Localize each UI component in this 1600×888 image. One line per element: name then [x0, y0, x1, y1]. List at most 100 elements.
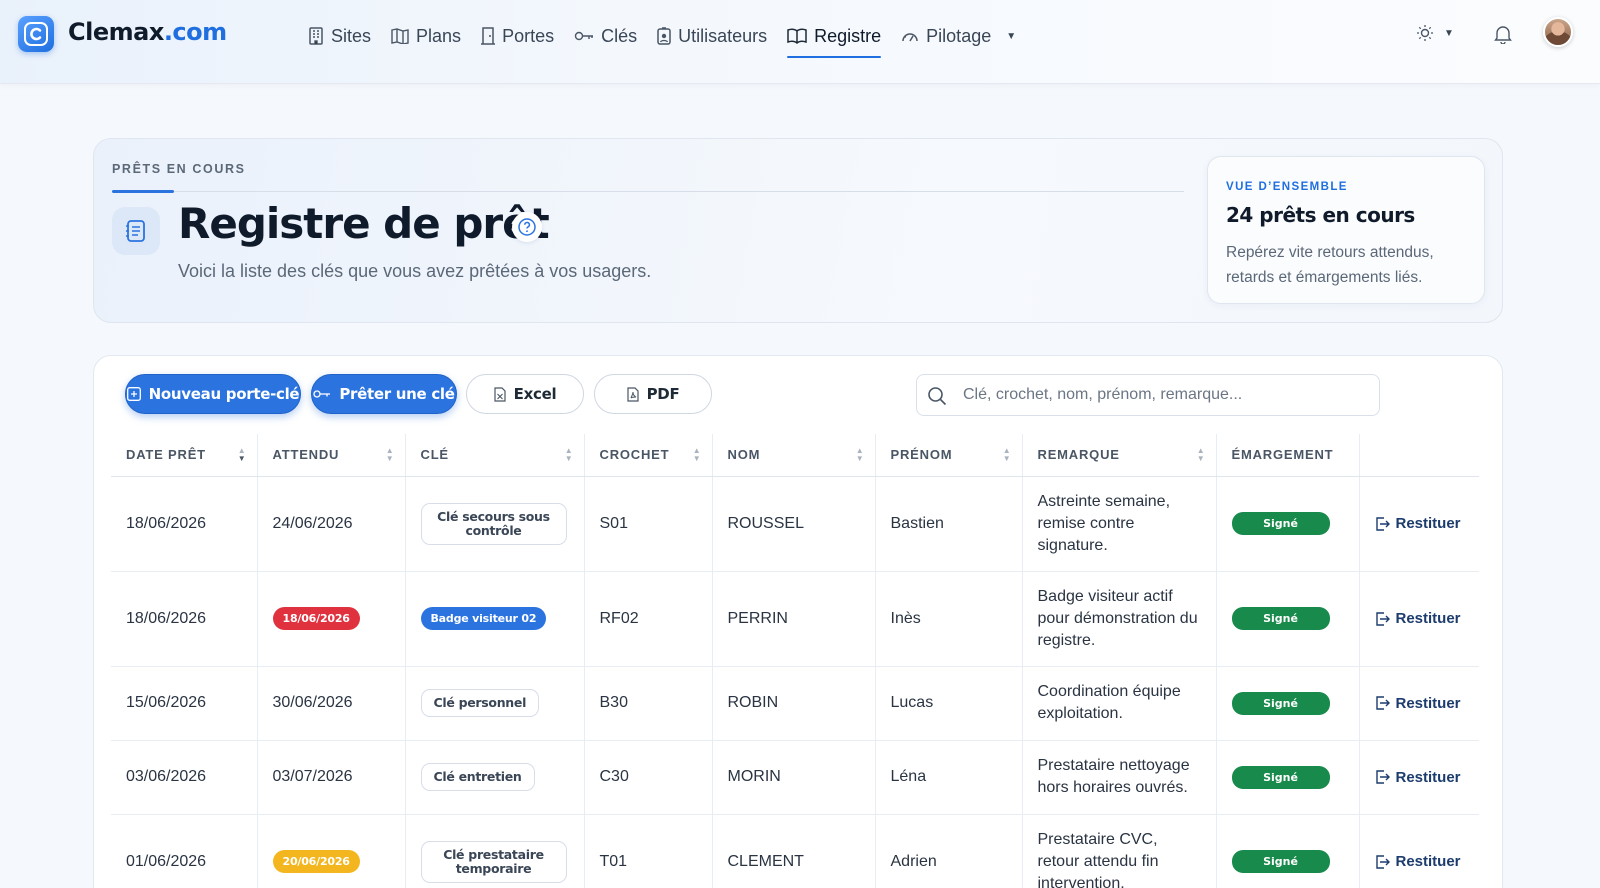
key-tag[interactable]: Clé secours sous contrôle — [420, 502, 567, 545]
nav-item-sites[interactable]: Sites — [298, 22, 381, 50]
loans-table-card: Nouveau porte-clé Prêter une clé Excel P… — [93, 355, 1503, 888]
cell-firstname: Bastien — [875, 476, 1023, 572]
late-date-badge: 18/06/2026 — [272, 607, 360, 630]
column-header-remark[interactable]: REMARQUE ▲ ▼ — [1022, 434, 1217, 477]
column-header-expected[interactable]: ATTENDU ▲ ▼ — [257, 434, 406, 477]
cell-hook: B30 — [584, 666, 713, 741]
sort-icon[interactable]: ▲ ▼ — [1003, 447, 1012, 463]
sort-icon[interactable]: ▲ ▼ — [238, 447, 247, 463]
nav-label: Pilotage — [926, 25, 992, 46]
nav-label: Registre — [814, 25, 882, 46]
restore-label: Restituer — [1395, 768, 1461, 786]
nav-item-utilisateurs[interactable]: Utilisateurs — [647, 22, 777, 50]
cell-key: Clé entretien — [405, 740, 585, 815]
logo-icon[interactable] — [18, 16, 54, 52]
search-input[interactable] — [963, 383, 1363, 407]
table-row[interactable]: 03/06/2026 03/07/2026 Clé entretien C30 … — [111, 740, 1479, 815]
export-excel-button[interactable]: Excel — [466, 374, 584, 414]
door-icon — [481, 27, 496, 45]
column-header-key[interactable]: CLÉ ▲ ▼ — [405, 434, 585, 477]
export-pdf-button[interactable]: PDF — [594, 374, 712, 414]
nav-item-portes[interactable]: Portes — [471, 22, 564, 50]
overview-card: VUE D’ENSEMBLE 24 prêts en cours Repérez… — [1207, 156, 1485, 304]
header-label: CLÉ — [420, 447, 449, 463]
new-keyring-button[interactable]: Nouveau porte-clé — [125, 374, 301, 414]
loans-table: DATE PRÊT ▲ ▼ ATTENDU ▲ ▼ CLÉ ▲ ▼ CROCHET ▲ ▼ NO… — [111, 434, 1479, 888]
cell-key: Clé secours sous contrôle — [405, 476, 585, 572]
table-row[interactable]: 18/06/2026 18/06/2026 Badge visiteur 02 … — [111, 571, 1479, 667]
table-row[interactable]: 01/06/2026 20/06/2026 Clé prestataire te… — [111, 814, 1479, 888]
cell-firstname: Adrien — [875, 814, 1023, 888]
return-icon — [1375, 696, 1390, 710]
cell-expected: 03/07/2026 — [257, 740, 406, 815]
nav-label: Sites — [331, 25, 372, 46]
nav-label: Portes — [502, 25, 555, 46]
signature-badge[interactable]: Signé — [1231, 691, 1330, 715]
due-soon-badge: 20/06/2026 — [272, 850, 360, 873]
bell-icon[interactable] — [1494, 24, 1512, 49]
overview-eyebrow: VUE D’ENSEMBLE — [1226, 181, 1348, 193]
nav-item-pilotage[interactable]: Pilotage ▼ — [891, 22, 1026, 50]
nav-item-plans[interactable]: Plans — [381, 22, 471, 50]
cell-remark: Badge visiteur actif pour démonstration … — [1022, 571, 1217, 667]
column-header-name[interactable]: NOM ▲ ▼ — [712, 434, 876, 477]
theme-switcher[interactable]: ▼ — [1416, 24, 1454, 42]
signature-badge[interactable]: Signé — [1231, 607, 1330, 630]
header-label: ATTENDU — [272, 447, 340, 463]
column-header-firstname[interactable]: PRÉNOM ▲ ▼ — [875, 434, 1023, 477]
table-row[interactable]: 15/06/2026 30/06/2026 Clé personnel B30 … — [111, 666, 1479, 741]
cell-expected: 18/06/2026 — [257, 571, 406, 667]
key-tag[interactable]: Clé prestataire temporaire — [420, 840, 567, 883]
button-label: Excel — [513, 385, 557, 403]
restore-button[interactable]: Restituer — [1375, 853, 1465, 870]
cell-signature: Signé — [1216, 476, 1360, 572]
cell-hook: C30 — [584, 740, 713, 815]
brand-name[interactable]: Clemax.com — [68, 18, 227, 46]
sort-icon[interactable]: ▲ ▼ — [856, 447, 865, 463]
cell-hook: S01 — [584, 476, 713, 572]
signature-badge[interactable]: Signé — [1231, 765, 1330, 789]
nav-item-cles[interactable]: Clés — [564, 22, 647, 50]
signature-badge[interactable]: Signé — [1231, 512, 1330, 535]
register-icon — [112, 207, 160, 255]
cell-firstname: Inès — [875, 571, 1023, 667]
lend-key-button[interactable]: Prêter une clé — [311, 374, 457, 414]
nav-item-registre[interactable]: Registre — [777, 22, 891, 58]
badge-icon — [657, 27, 671, 45]
column-header-signature[interactable]: ÉMARGEMENT — [1216, 434, 1360, 477]
key-badge[interactable]: Badge visiteur 02 — [420, 607, 547, 630]
help-icon[interactable] — [512, 212, 542, 242]
restore-label: Restituer — [1395, 515, 1461, 532]
column-header-hook[interactable]: CROCHET ▲ ▼ — [584, 434, 713, 477]
cell-signature: Signé — [1216, 666, 1360, 741]
cell-remark: Astreinte semaine, remise contre signatu… — [1022, 476, 1217, 572]
table-header-row: DATE PRÊT ▲ ▼ ATTENDU ▲ ▼ CLÉ ▲ ▼ CROCHET ▲ ▼ NO… — [111, 434, 1479, 477]
key-tag[interactable]: Clé personnel — [420, 689, 540, 717]
cell-expected: 24/06/2026 — [257, 476, 406, 572]
restore-button[interactable]: Restituer — [1375, 769, 1465, 786]
button-label: Prêter une clé — [339, 385, 455, 403]
restore-button[interactable]: Restituer — [1375, 695, 1465, 712]
sort-icon[interactable]: ▲ ▼ — [1197, 447, 1206, 463]
excel-file-icon — [494, 386, 506, 402]
column-header-date[interactable]: DATE PRÊT ▲ ▼ — [111, 434, 258, 477]
plus-square-icon — [126, 387, 141, 401]
header-label: CROCHET — [599, 447, 670, 463]
key-tag[interactable]: Clé entretien — [420, 763, 535, 791]
header-label: NOM — [727, 447, 761, 463]
search-icon — [928, 387, 947, 406]
sort-icon[interactable]: ▲ ▼ — [386, 447, 395, 463]
restore-button[interactable]: Restituer — [1375, 515, 1465, 532]
cell-expected: 30/06/2026 — [257, 666, 406, 741]
avatar[interactable] — [1543, 17, 1573, 47]
cell-name: CLEMENT — [712, 814, 876, 888]
chevron-down-icon[interactable]: ▼ — [1006, 31, 1016, 42]
nav-label: Plans — [416, 25, 462, 46]
sort-icon[interactable]: ▲ ▼ — [693, 447, 702, 463]
cell-name: ROBIN — [712, 666, 876, 741]
cell-remark: Prestataire CVC, retour attendu fin inte… — [1022, 814, 1217, 888]
table-row[interactable]: 18/06/2026 24/06/2026 Clé secours sous c… — [111, 476, 1479, 572]
restore-button[interactable]: Restituer — [1375, 610, 1465, 627]
sort-icon[interactable]: ▲ ▼ — [565, 447, 574, 463]
signature-badge[interactable]: Signé — [1231, 850, 1330, 873]
